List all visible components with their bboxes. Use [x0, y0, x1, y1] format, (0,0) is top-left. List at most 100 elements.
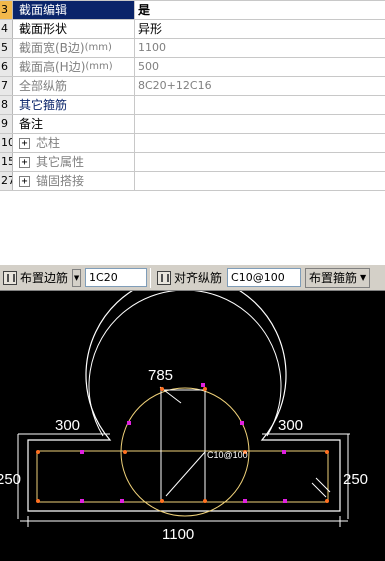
toolbar-separator [150, 267, 152, 288]
row-number: 27 [0, 172, 13, 190]
row-number: 5 [0, 39, 13, 57]
rebar-point [127, 421, 131, 425]
section-drawing-canvas[interactable]: 785 300 300 250 250 1100 C10@100 [0, 291, 385, 561]
property-value [135, 153, 385, 171]
property-name: 截面编辑 [13, 1, 135, 19]
property-row-other-attrs[interactable]: 15 + 其它属性 [0, 153, 385, 172]
rebar-point [80, 450, 84, 454]
dim-left-height-text: 250 [0, 471, 21, 488]
edge-rebar-dropdown-arrow[interactable]: ▼ [72, 268, 82, 287]
property-name-text: 芯柱 [36, 136, 61, 150]
stirrup-annotation: C10@100 [207, 450, 248, 460]
rebar-point [282, 450, 286, 454]
stirrup-label: 布置箍筋 [309, 271, 358, 285]
section-outline [27, 291, 341, 512]
expand-icon[interactable]: + [19, 156, 30, 168]
rebar-point [325, 499, 329, 503]
stirrup-button[interactable]: 布置箍筋 ▼ [305, 267, 371, 288]
rebar-point [203, 499, 207, 503]
rebar-point [120, 499, 124, 503]
row-number: 8 [0, 96, 13, 114]
row-number: 15 [0, 153, 13, 171]
property-name-text: 截面宽(B边) [19, 41, 85, 55]
align-icon [157, 270, 172, 285]
section-drawing[interactable]: 785 300 300 250 250 1100 C10@100 [0, 291, 385, 561]
dim-right-height-text: 250 [343, 471, 368, 488]
property-value[interactable] [135, 115, 385, 133]
rebar-point [240, 421, 244, 425]
main-rebar-group [36, 387, 329, 503]
rebar-point [283, 499, 287, 503]
property-row-other-stirrup[interactable]: 8 其它箍筋 [0, 96, 385, 115]
dimension-lines [17, 291, 350, 527]
property-name-text: 其它属性 [36, 155, 85, 169]
edge-rebar-button[interactable]: 布置边筋 [0, 267, 71, 288]
dim-arc-text: 785 [148, 367, 173, 384]
property-name: + 其它属性 [13, 153, 135, 171]
property-value [135, 172, 385, 190]
rebar-point [325, 450, 329, 454]
stirrup-hook-right [311, 482, 327, 498]
expand-icon[interactable]: + [19, 175, 30, 187]
row-number: 10 [0, 134, 13, 152]
rebar-toolbar: 布置边筋 ▼ 对齐纵筋 布置箍筋 ▼ [0, 264, 385, 291]
property-name: + 锚固搭接 [13, 172, 135, 190]
row-number: 3 [0, 1, 13, 19]
property-name: 全部纵筋 [13, 77, 135, 95]
rebar-point [201, 383, 205, 387]
property-name: 截面宽(B边) (mm) [13, 39, 135, 57]
align-rebar-label: 对齐纵筋 [174, 271, 223, 285]
property-row-all-rebar[interactable]: 7 全部纵筋 8C20+12C16 [0, 77, 385, 96]
rebar-point [123, 450, 127, 454]
rebar-point [80, 499, 84, 503]
dim-bottom-text: 1100 [162, 526, 194, 543]
rebar-icon [3, 270, 17, 285]
property-name: 备注 [13, 115, 135, 133]
row-number: 7 [0, 77, 13, 95]
property-row-core-column[interactable]: 10 + 芯柱 [0, 134, 385, 153]
rebar-point [36, 450, 40, 454]
property-value[interactable]: 是 [135, 1, 385, 19]
property-name-text: 截面高(H边) [19, 60, 86, 74]
property-value[interactable]: 异形 [135, 20, 385, 38]
property-value[interactable]: 1100 [135, 39, 385, 57]
property-name: 其它箍筋 [13, 96, 135, 114]
property-row-section-shape[interactable]: 4 截面形状 异形 [0, 20, 385, 39]
property-unit: (mm) [85, 61, 113, 72]
property-row-section-width[interactable]: 5 截面宽(B边) (mm) 1100 [0, 39, 385, 58]
property-grid: 3 截面编辑 是 4 截面形状 异形 5 截面宽(B边) (mm) 1100 6 … [0, 0, 385, 191]
property-row-remark[interactable]: 9 备注 [0, 115, 385, 134]
rebar-point [203, 387, 207, 391]
arc-dimension [88, 291, 282, 437]
property-row-anchorage[interactable]: 27 + 锚固搭接 [0, 172, 385, 191]
row-number: 9 [0, 115, 13, 133]
rebar-point [243, 499, 247, 503]
property-unit: (mm) [84, 42, 112, 53]
property-name: + 芯柱 [13, 134, 135, 152]
row-number: 4 [0, 20, 13, 38]
property-value[interactable] [135, 96, 385, 114]
property-name: 截面形状 [13, 20, 135, 38]
edge-rebar-label: 布置边筋 [20, 271, 69, 285]
rect-stirrup [36, 450, 329, 503]
stirrup-input[interactable] [227, 268, 302, 287]
property-name-text: 锚固搭接 [36, 174, 85, 188]
expand-icon[interactable]: + [19, 137, 30, 149]
rebar-point [160, 387, 164, 391]
dim-right-top-text: 300 [278, 417, 303, 434]
row-number: 6 [0, 58, 13, 76]
rebar-point [36, 499, 40, 503]
stirrup-hook [165, 451, 206, 497]
align-rebar-button[interactable]: 对齐纵筋 [154, 267, 225, 288]
edge-rebar-group [80, 383, 287, 503]
chevron-down-icon: ▼ [360, 273, 367, 282]
property-value [135, 134, 385, 152]
dim-left-top-text: 300 [55, 417, 80, 434]
edge-rebar-input[interactable] [85, 268, 148, 287]
property-value[interactable]: 8C20+12C16 [135, 77, 385, 95]
property-row-section-height[interactable]: 6 截面高(H边) (mm) 500 [0, 58, 385, 77]
property-name: 截面高(H边) (mm) [13, 58, 135, 76]
property-row-section-edit[interactable]: 3 截面编辑 是 [0, 1, 385, 20]
property-value[interactable]: 500 [135, 58, 385, 76]
rebar-point [160, 499, 164, 503]
